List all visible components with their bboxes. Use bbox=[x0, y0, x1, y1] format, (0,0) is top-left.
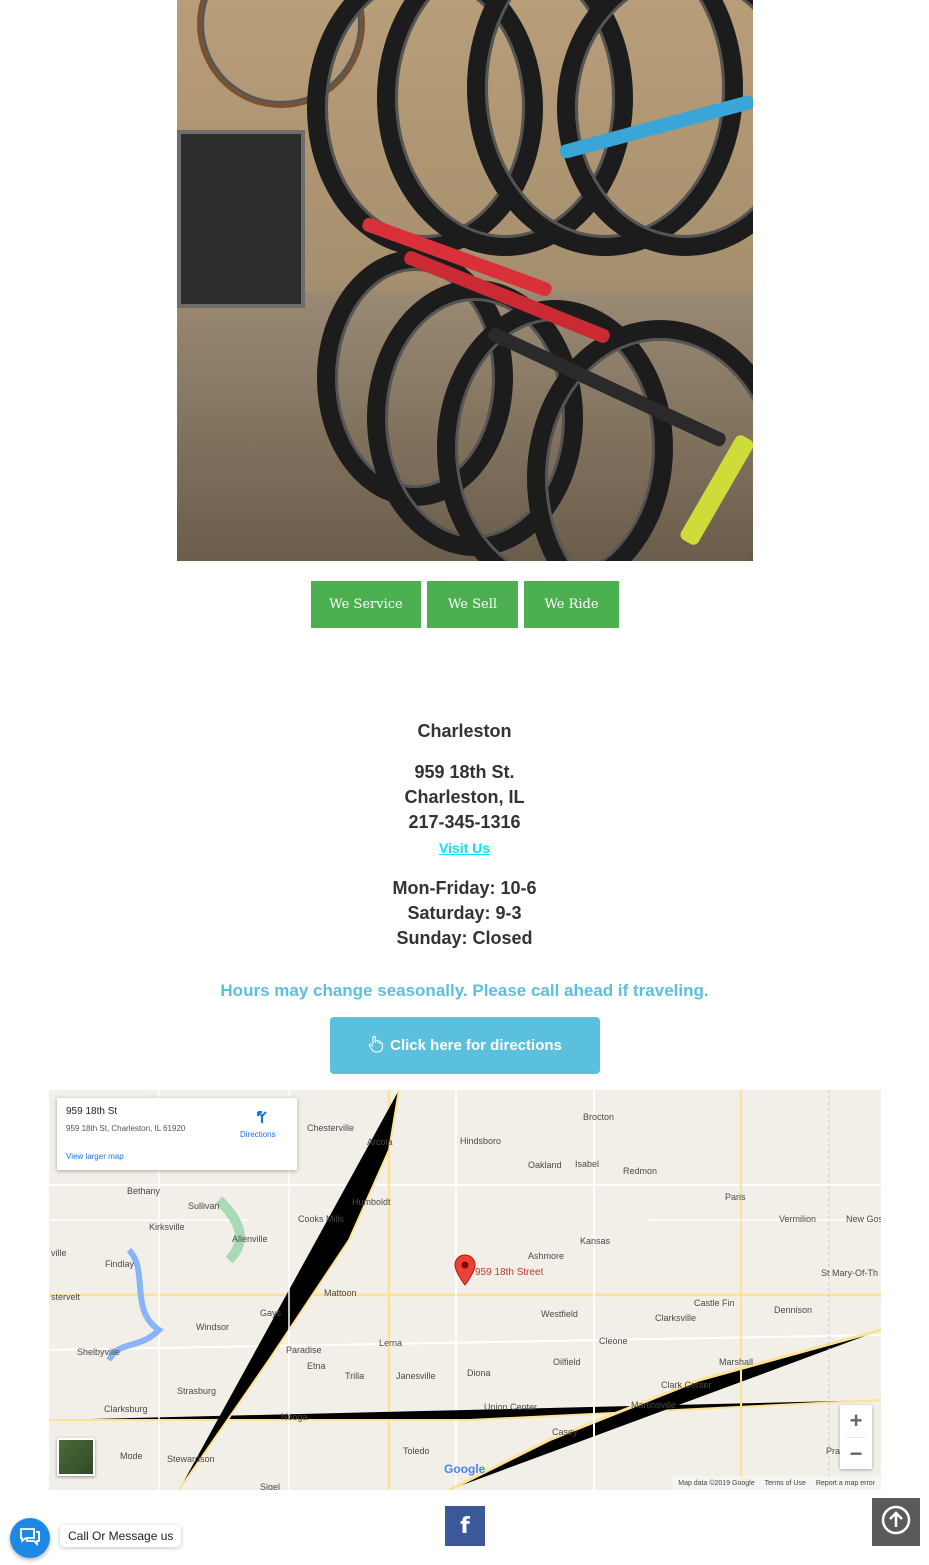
we-ride-button[interactable]: We Ride bbox=[524, 581, 619, 628]
facebook-icon[interactable]: f bbox=[445, 1506, 485, 1546]
hours-saturday: Saturday: 9-3 bbox=[407, 903, 522, 923]
map-town: St Mary-Of-Th bbox=[821, 1268, 879, 1278]
map-town: Clark Center bbox=[661, 1380, 712, 1390]
map-town: Isabel bbox=[575, 1159, 600, 1169]
map-town: ville bbox=[51, 1248, 67, 1258]
map-pin-label: 959 18th Street bbox=[475, 1267, 544, 1278]
hours-sunday: Sunday: Closed bbox=[396, 928, 533, 948]
arrow-up-circle-icon bbox=[880, 1504, 912, 1541]
map-town: Clarksville bbox=[655, 1313, 697, 1323]
map-town: Hindsboro bbox=[460, 1136, 502, 1146]
location-name: Charleston bbox=[417, 721, 512, 741]
chat-button[interactable] bbox=[10, 1518, 50, 1558]
map-town: Paris bbox=[725, 1192, 746, 1202]
directions-icon[interactable] bbox=[254, 1108, 270, 1124]
address-street: 959 18th St. bbox=[414, 762, 515, 782]
map-town: Union Center bbox=[484, 1402, 538, 1412]
map-town: Allenville bbox=[232, 1234, 268, 1244]
terms-of-use-link[interactable]: Terms of Use bbox=[765, 1480, 806, 1487]
map-info-card: 959 18th St 959 18th St, Charleston, IL … bbox=[57, 1098, 297, 1170]
map-town: Martinsville bbox=[631, 1400, 677, 1410]
visit-us-wrapper: Visit Us bbox=[0, 840, 929, 856]
google-map[interactable]: Chesterville Arcola Hindsboro Brocton Oa… bbox=[49, 1090, 881, 1490]
map-town: Clarksburg bbox=[104, 1404, 148, 1414]
map-town: Lerna bbox=[379, 1338, 403, 1348]
map-town: Humboldt bbox=[352, 1197, 391, 1207]
satellite-toggle[interactable] bbox=[57, 1438, 95, 1476]
view-larger-map-link[interactable]: View larger map bbox=[66, 1152, 124, 1161]
we-service-button[interactable]: We Service bbox=[311, 581, 421, 628]
map-data-credit: Map data ©2019 Google bbox=[678, 1479, 755, 1487]
map-town: Oakland bbox=[528, 1160, 562, 1170]
map-town: Trilla bbox=[345, 1371, 365, 1381]
info-card-title: 959 18th St bbox=[66, 1106, 118, 1117]
map-town: Stewardson bbox=[167, 1454, 215, 1464]
map-town: Bethany bbox=[127, 1186, 161, 1196]
zoom-controls: + − bbox=[840, 1405, 872, 1469]
map-town: Mattoon bbox=[324, 1288, 357, 1298]
map-town: Castle Fin bbox=[694, 1298, 735, 1308]
chat-bubble-icon bbox=[19, 1526, 41, 1551]
map-town: stervelt bbox=[51, 1292, 81, 1302]
map-town: Diona bbox=[467, 1368, 491, 1378]
map-town: Shelbyville bbox=[77, 1347, 121, 1357]
map-town: Westfield bbox=[541, 1309, 578, 1319]
map-town: Vermilion bbox=[779, 1214, 817, 1224]
map-town: Redmon bbox=[623, 1166, 658, 1176]
map-town: Strasburg bbox=[177, 1386, 217, 1396]
map-town: Arcola bbox=[367, 1137, 393, 1147]
map-town: Ashmore bbox=[528, 1251, 565, 1261]
map-town: Marshall bbox=[719, 1357, 754, 1367]
hours-weekdays: Mon-Friday: 10-6 bbox=[392, 878, 537, 898]
scroll-to-top-button[interactable] bbox=[872, 1498, 920, 1546]
chat-label[interactable]: Call Or Message us bbox=[60, 1525, 182, 1547]
hero-photo bbox=[177, 0, 753, 561]
directions-link[interactable]: Directions bbox=[240, 1130, 276, 1139]
pointer-hand-icon bbox=[368, 1035, 384, 1057]
map-town: Toledo bbox=[403, 1446, 430, 1456]
visit-us-link[interactable]: Visit Us bbox=[439, 840, 490, 856]
address-city: Charleston, IL bbox=[404, 787, 525, 807]
map-town: Brocton bbox=[583, 1112, 615, 1122]
map-town: Kansas bbox=[580, 1236, 611, 1246]
map-town: Neoga bbox=[281, 1412, 308, 1422]
map-town: Etna bbox=[307, 1361, 326, 1371]
map-town: Paradise bbox=[286, 1345, 322, 1355]
map-pin-icon[interactable] bbox=[454, 1254, 476, 1291]
map-town: Findlay bbox=[105, 1259, 135, 1269]
map-town: Dennison bbox=[774, 1305, 813, 1315]
map-town: Cooks Mills bbox=[298, 1214, 345, 1224]
map-town: Kirksville bbox=[149, 1222, 185, 1232]
map-town: Janesville bbox=[396, 1371, 436, 1381]
map-town: Windsor bbox=[196, 1322, 230, 1332]
map-town: Pra bbox=[826, 1446, 841, 1456]
map-town: Mode bbox=[120, 1451, 143, 1461]
tire-rack bbox=[177, 130, 305, 308]
map-town: Casey bbox=[552, 1427, 578, 1437]
directions-button-label: Click here for directions bbox=[390, 1037, 562, 1054]
map-town: Cleone bbox=[599, 1336, 628, 1346]
phone-number[interactable]: 217-345-1316 bbox=[0, 812, 929, 833]
map-town: Sullivan bbox=[188, 1201, 220, 1211]
map-town: New Gos bbox=[846, 1214, 881, 1224]
seasonal-notice: Hours may change seasonally. Please call… bbox=[220, 981, 709, 1000]
report-map-error-link[interactable]: Report a map error bbox=[816, 1480, 875, 1487]
info-card-address: 959 18th St, Charleston, IL 61920 bbox=[66, 1124, 186, 1133]
google-logo: Google bbox=[444, 1462, 486, 1476]
zoom-out-button[interactable]: − bbox=[840, 1438, 872, 1470]
map-town: Sigel bbox=[260, 1482, 281, 1490]
we-sell-button[interactable]: We Sell bbox=[427, 581, 518, 628]
map-town: Oilfield bbox=[553, 1357, 581, 1367]
map-footer: Map data ©2019 Google Terms of Use Repor… bbox=[672, 1476, 881, 1490]
zoom-in-button[interactable]: + bbox=[840, 1405, 872, 1437]
map-town: Gays bbox=[260, 1308, 282, 1318]
directions-button[interactable]: Click here for directions bbox=[330, 1017, 600, 1074]
map-town: Chesterville bbox=[307, 1123, 355, 1133]
